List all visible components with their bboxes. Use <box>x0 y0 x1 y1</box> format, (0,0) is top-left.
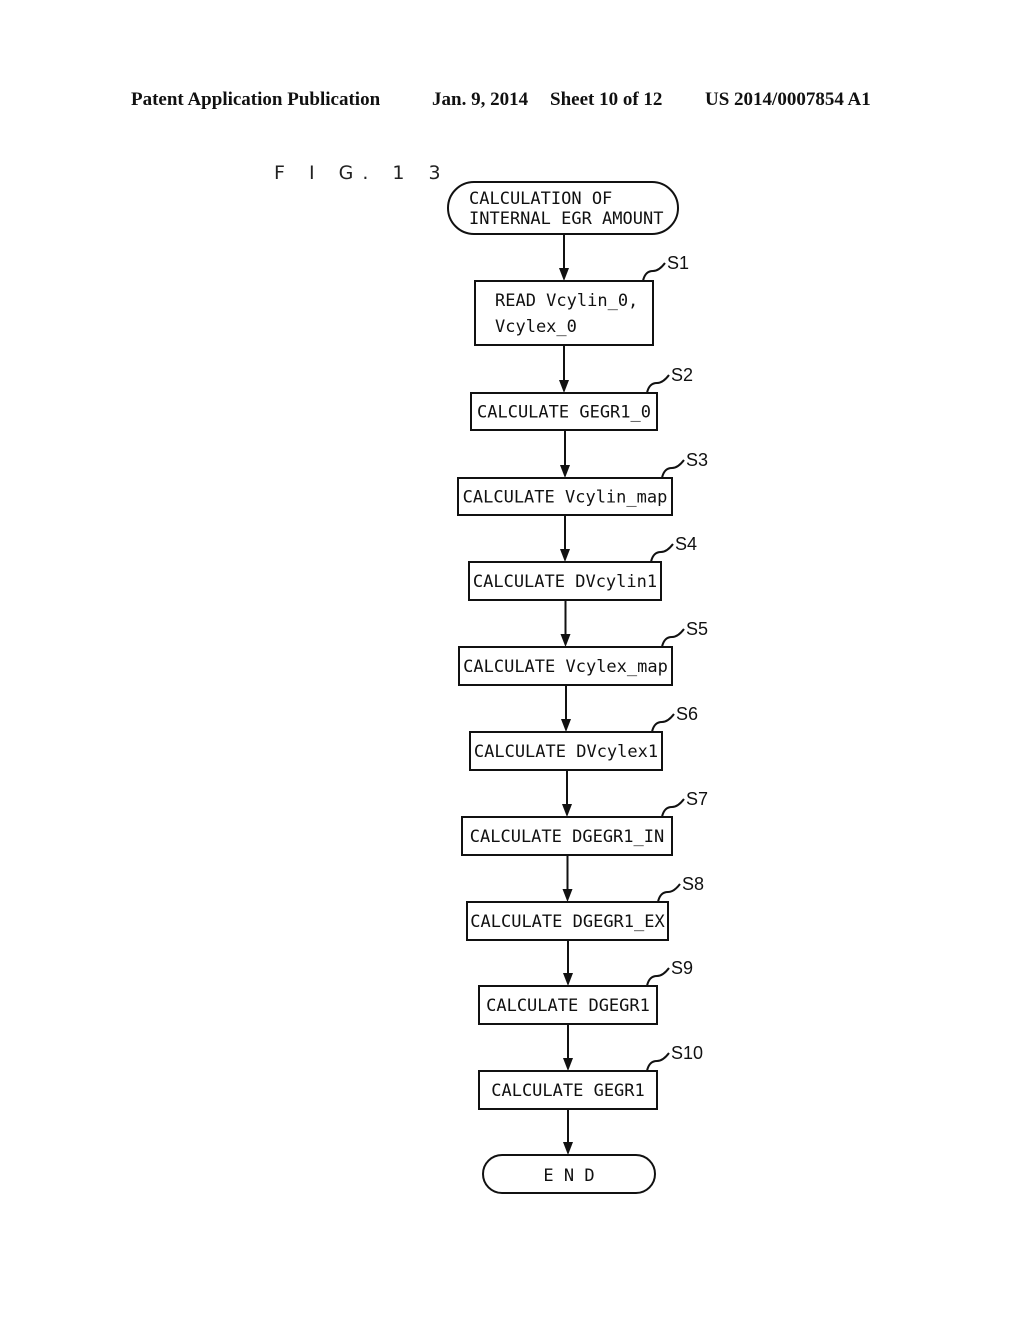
step-label: S6 <box>676 704 698 724</box>
step-label-leader <box>642 262 666 282</box>
arrowhead-icon <box>562 804 572 817</box>
step-text: CALCULATE GEGR1_0 <box>477 403 651 423</box>
step-label-leader <box>646 1052 670 1072</box>
step-label-leader <box>651 713 675 733</box>
step-text: CALCULATE Vcylex_map <box>463 657 668 677</box>
step-text: CALCULATE GEGR1 <box>491 1081 645 1101</box>
arrowhead-icon <box>563 1142 573 1155</box>
step-label-leader <box>661 459 685 479</box>
step-text: Vcylex_0 <box>495 317 577 337</box>
arrowhead-icon <box>563 1058 573 1071</box>
step-text: CALCULATE DGEGR1_EX <box>470 912 665 932</box>
step-text: READ Vcylin_0, <box>495 291 638 311</box>
step-label: S9 <box>671 958 693 978</box>
step-text: CALCULATE DVcylin1 <box>473 572 657 592</box>
step-label-leader <box>646 967 670 987</box>
step-text: CALCULATE DGEGR1_IN <box>470 827 664 847</box>
step-label-leader <box>650 543 674 563</box>
step-text: CALCULATE DGEGR1 <box>486 996 650 1016</box>
step-label: S5 <box>686 619 708 639</box>
arrowhead-icon <box>560 634 571 647</box>
step-label: S10 <box>671 1043 703 1063</box>
start-terminal-text: CALCULATION OF <box>469 189 612 209</box>
step-label-leader <box>657 883 681 903</box>
step-label-leader <box>646 374 670 394</box>
step-label: S3 <box>686 450 708 470</box>
arrowhead-icon <box>559 380 569 393</box>
step-label: S2 <box>671 365 693 385</box>
arrowhead-icon <box>559 268 569 281</box>
step-label-leader <box>661 628 685 648</box>
end-terminal-text: E N D <box>543 1166 594 1186</box>
flowchart: CALCULATION OFINTERNAL EGR AMOUNT READ Vc… <box>447 181 708 1194</box>
step-label: S1 <box>667 253 689 273</box>
arrowhead-icon <box>560 549 570 562</box>
step-text: CALCULATE DVcylex1 <box>474 742 658 762</box>
step-text: CALCULATE Vcylin_map <box>463 488 668 508</box>
step-label: S7 <box>686 789 708 809</box>
step-label-leader <box>661 798 685 818</box>
arrowhead-icon <box>560 465 570 478</box>
step-label: S4 <box>675 534 697 554</box>
start-terminal-text: INTERNAL EGR AMOUNT <box>469 209 663 229</box>
arrowhead-icon <box>561 719 571 732</box>
step-label: S8 <box>682 874 704 894</box>
arrowhead-icon <box>563 973 573 986</box>
arrowhead-icon <box>562 889 573 902</box>
